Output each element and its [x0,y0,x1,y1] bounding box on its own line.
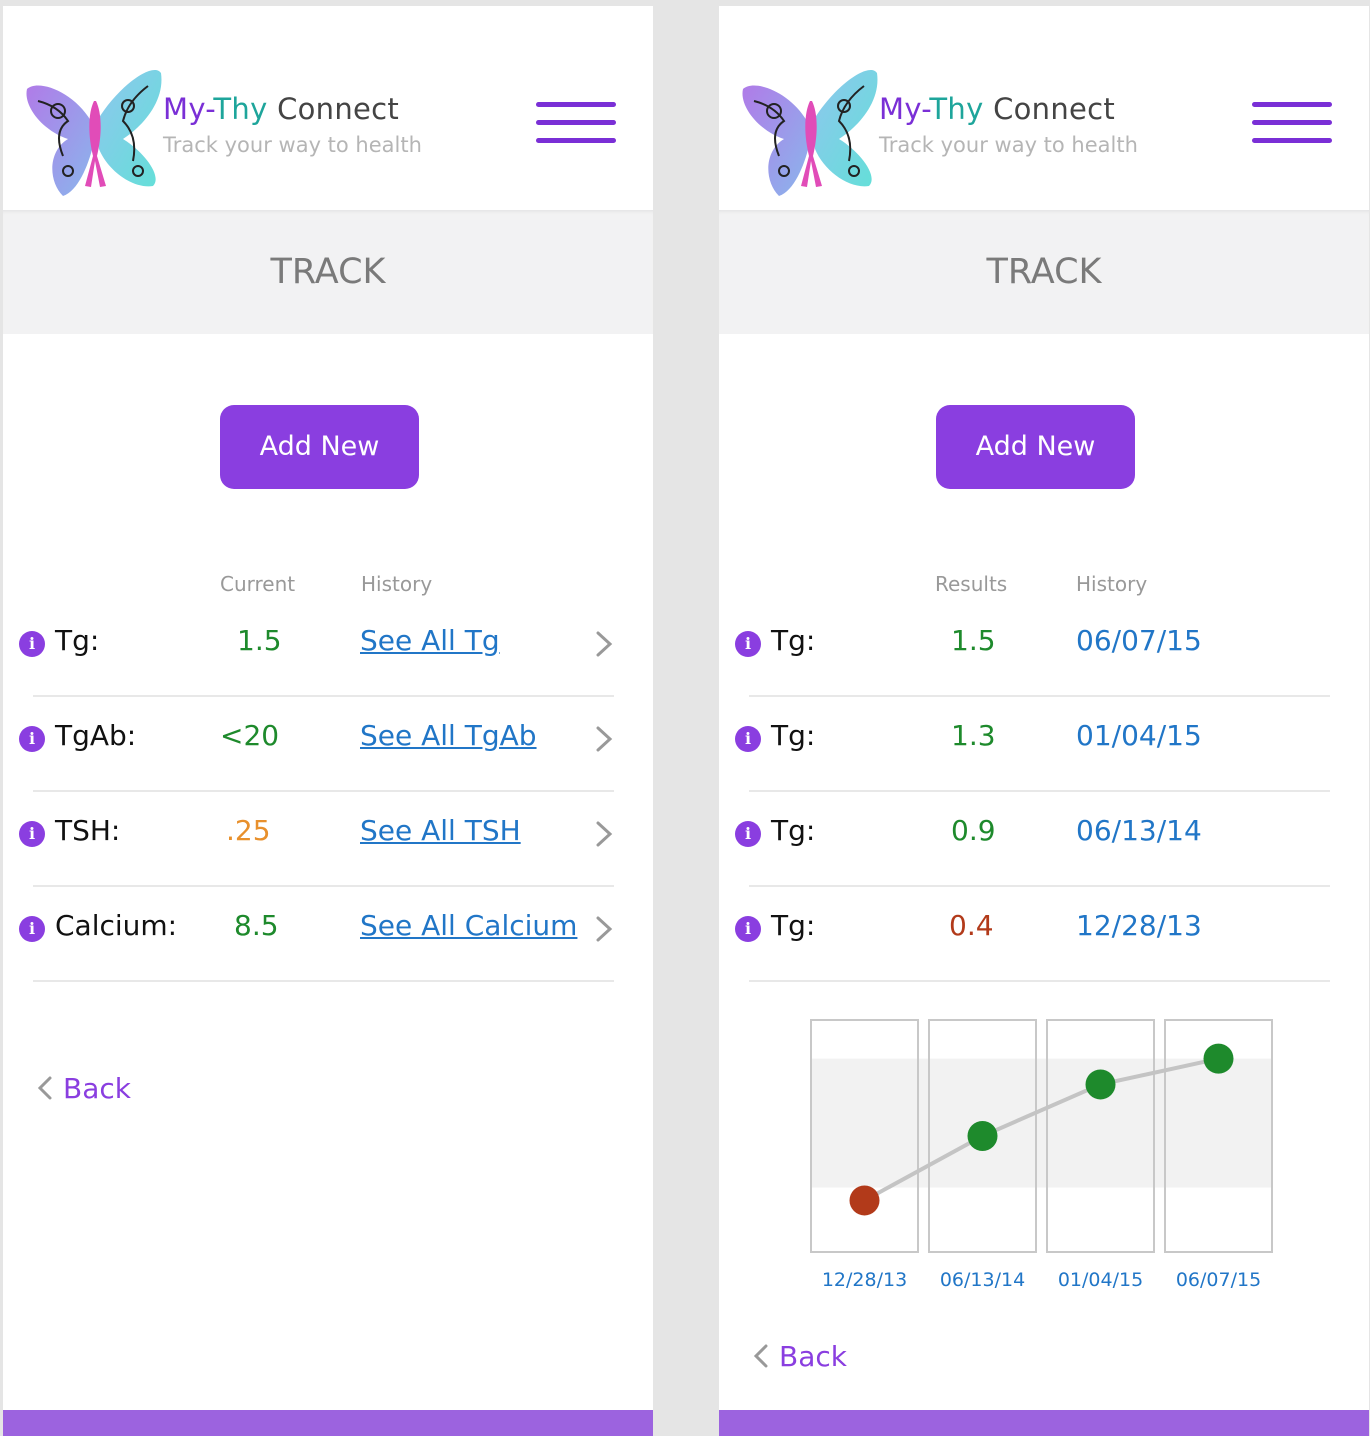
row-result-value: 0.4 [949,909,994,942]
info-icon[interactable]: i [19,821,45,847]
title-band: TRACK [719,210,1369,334]
row-date: 01/04/15 [1076,719,1202,752]
tg-history-chart: 12/28/13 06/13/14 01/04/15 06/07/15 [810,1019,1273,1291]
info-icon[interactable]: i [19,631,45,657]
row-current-value: .25 [226,814,271,847]
row-label: Tg: [771,624,816,657]
page-title: TRACK [270,252,386,292]
column-header-current: Current [220,572,296,596]
data-point [1203,1043,1234,1074]
info-icon[interactable]: i [735,821,761,847]
chevron-right-icon[interactable] [595,725,613,753]
row-label: TSH: [55,814,121,847]
reference-range-band [811,1058,1272,1188]
info-icon[interactable]: i [19,726,45,752]
info-icon[interactable]: i [19,916,45,942]
track-row-tgab[interactable]: i TgAb: <20 See All TgAb [3,697,653,792]
row-label: Calcium: [55,909,178,942]
footer-bar [3,1410,653,1436]
back-label: Back [63,1072,131,1105]
row-label: Tg: [771,719,816,752]
row-label: Tg: [55,624,100,657]
data-point [849,1185,880,1216]
add-new-button[interactable]: Add New [220,405,419,489]
row-current-value: 8.5 [234,909,279,942]
see-all-link[interactable]: See All TgAb [360,719,537,752]
x-tick-label: 12/28/13 [822,1269,907,1291]
history-row[interactable]: i Tg: 1.5 06/07/15 [719,602,1369,697]
brand-name: My-Thy Connect [879,92,1116,126]
track-row-tg[interactable]: i Tg: 1.5 See All Tg [3,602,653,697]
row-date: 06/07/15 [1076,624,1202,657]
back-button[interactable]: Back [37,1072,131,1105]
footer-bar [719,1410,1369,1436]
data-point [967,1121,998,1151]
row-label: Tg: [771,814,816,847]
app-header: My-Thy Connect Track your way to health [3,6,653,210]
see-all-link[interactable]: See All Calcium [360,909,577,942]
chevron-right-icon[interactable] [595,820,613,848]
chevron-left-icon [37,1076,52,1100]
butterfly-logo [742,69,878,196]
chevron-left-icon [753,1344,768,1368]
history-row[interactable]: i Tg: 1.3 01/04/15 [719,697,1369,792]
back-label: Back [779,1340,847,1373]
column-header-history: History [361,572,433,596]
brand-tagline: Track your way to health [163,133,422,157]
row-result-value: 1.3 [951,719,996,752]
track-row-tsh[interactable]: i TSH: .25 See All TSH [3,792,653,887]
history-row[interactable]: i Tg: 0.4 12/28/13 [719,887,1369,982]
butterfly-logo [26,69,162,196]
chevron-right-icon[interactable] [595,630,613,658]
x-tick-label: 06/13/14 [940,1269,1025,1291]
title-band: TRACK [3,210,653,334]
track-history-screen: My-Thy Connect Track your way to health … [719,6,1369,1436]
app-header: My-Thy Connect Track your way to health [719,6,1369,210]
row-date: 06/13/14 [1076,814,1202,847]
x-tick-label: 01/04/15 [1058,1269,1143,1291]
info-icon[interactable]: i [735,916,761,942]
back-button[interactable]: Back [753,1340,847,1373]
column-header-results: Results [935,572,1008,596]
hamburger-menu-icon[interactable] [536,102,616,150]
row-result-value: 0.9 [951,814,996,847]
chevron-right-icon[interactable] [595,915,613,943]
brand-tagline: Track your way to health [879,133,1138,157]
row-label: Tg: [771,909,816,942]
brand-name: My-Thy Connect [163,92,400,126]
history-row[interactable]: i Tg: 0.9 06/13/14 [719,792,1369,887]
row-divider [749,980,1330,982]
row-divider [33,980,614,982]
x-tick-label: 06/07/15 [1176,1269,1261,1291]
row-current-value: 1.5 [237,624,282,657]
hamburger-menu-icon[interactable] [1252,102,1332,150]
info-icon[interactable]: i [735,631,761,657]
data-point [1085,1069,1116,1100]
row-date: 12/28/13 [1076,909,1202,942]
see-all-link[interactable]: See All TSH [360,814,521,847]
track-row-calcium[interactable]: i Calcium: 8.5 See All Calcium [3,887,653,982]
add-new-button[interactable]: Add New [936,405,1135,489]
row-current-value: <20 [220,719,280,752]
track-summary-screen: My-Thy Connect Track your way to health … [3,6,653,1436]
row-result-value: 1.5 [951,624,996,657]
page-title: TRACK [986,252,1102,292]
info-icon[interactable]: i [735,726,761,752]
see-all-link[interactable]: See All Tg [360,624,500,657]
row-label: TgAb: [55,719,137,752]
column-header-history: History [1076,572,1148,596]
